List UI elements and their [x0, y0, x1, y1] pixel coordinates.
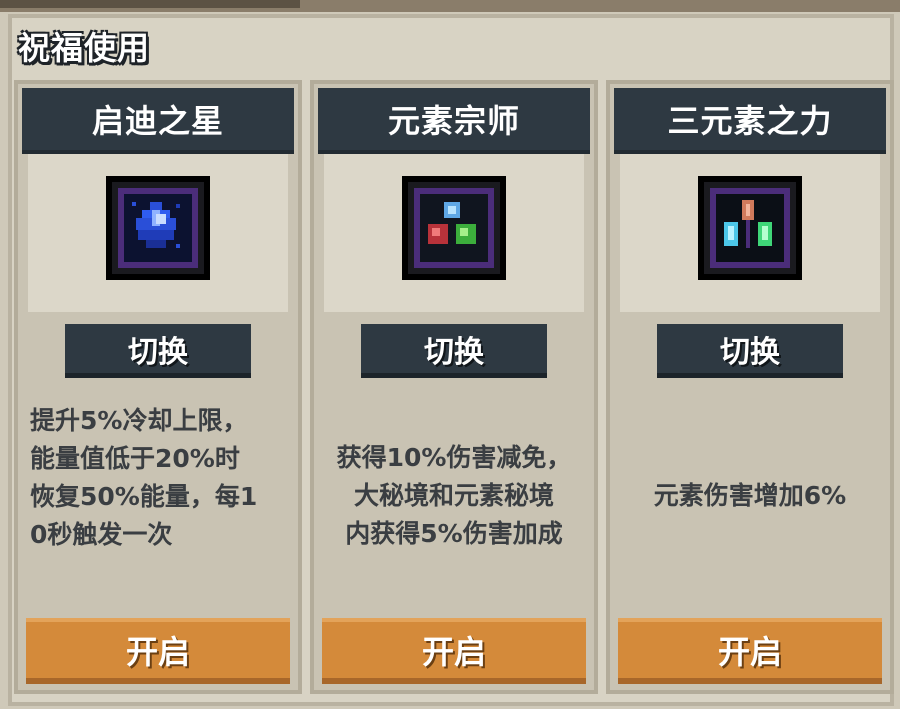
- icon-well: [620, 154, 880, 312]
- blue-crystal-star-icon: [106, 176, 210, 280]
- switch-button[interactable]: 切换: [657, 324, 843, 378]
- switch-button[interactable]: 切换: [65, 324, 251, 378]
- blessing-description: 提升5%冷却上限， 能量值低于20%时 恢复50%能量，每1 0秒触发一次: [30, 406, 258, 549]
- icon-well: [324, 154, 584, 312]
- open-button[interactable]: 开启: [322, 618, 586, 684]
- blessing-card-3: 三元素之力 切换 元素伤害增加6% 开启: [606, 80, 894, 694]
- blessing-card-1: 启迪之星 切换 提升5%冷却上限， 能量值低于20%时 恢复50%能量，每1 0…: [14, 80, 302, 694]
- icon-well: [28, 154, 288, 312]
- blessing-panel: 祝福使用 启迪之星 切换 提升5%冷却上限， 能量值低于20%时 恢复50%能量…: [0, 0, 900, 709]
- switch-button[interactable]: 切换: [361, 324, 547, 378]
- crystal-graphic: [128, 198, 184, 254]
- card-title: 元素宗师: [318, 88, 590, 154]
- icon-frame: [710, 188, 790, 268]
- top-border: [0, 0, 900, 12]
- crystals-graphic: [720, 198, 776, 254]
- blessing-description: 元素伤害增加6%: [653, 481, 847, 510]
- icon-frame: [414, 188, 494, 268]
- open-button[interactable]: 开启: [618, 618, 882, 684]
- card-title: 启迪之星: [22, 88, 294, 154]
- blessing-description: 获得10%伤害减免， 大秘境和元素秘境 内获得5%伤害加成: [336, 443, 572, 548]
- icon-frame: [118, 188, 198, 268]
- section-title: 祝福使用: [18, 29, 151, 67]
- card-title: 三元素之力: [614, 88, 886, 154]
- blessing-card-2: 元素宗师 切换 获得10%伤害减免， 大秘境和元素秘境 内获得5%伤害加成 开启: [310, 80, 598, 694]
- open-button[interactable]: 开启: [26, 618, 290, 684]
- top-border-inner: [0, 0, 300, 8]
- orbs-graphic: [424, 198, 480, 254]
- three-element-orbs-icon: [402, 176, 506, 280]
- three-element-crystals-icon: [698, 176, 802, 280]
